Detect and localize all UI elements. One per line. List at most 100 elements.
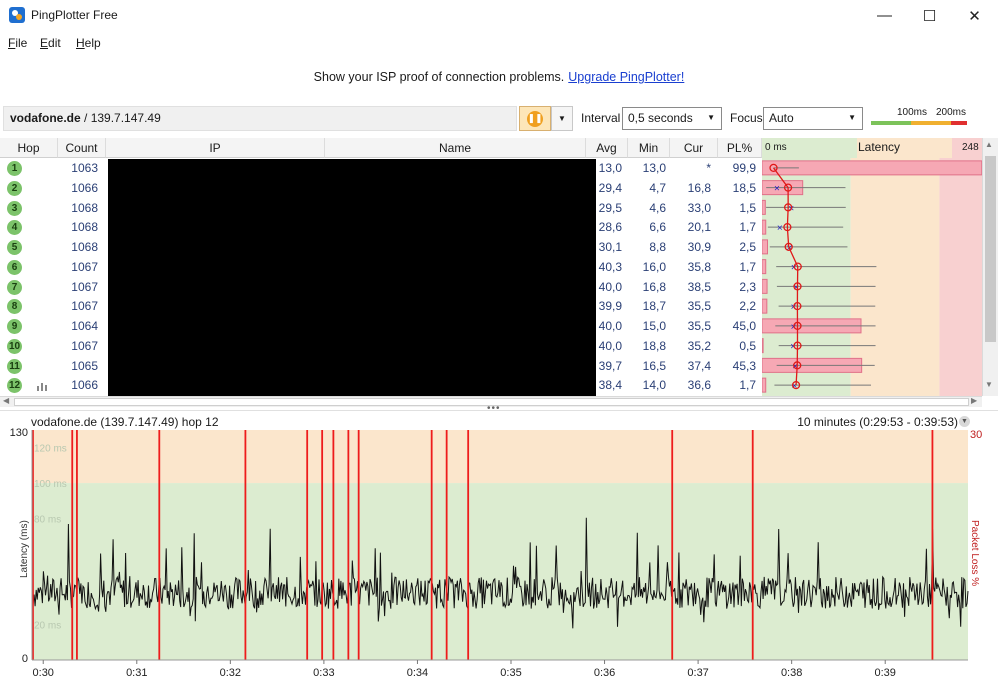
- promo-text: Show your ISP proof of connection proble…: [313, 70, 565, 84]
- vertical-scrollbar[interactable]: ▲ ▼: [982, 138, 998, 396]
- cell-cur: 35,2: [687, 338, 711, 353]
- cell-avg: 39,9: [598, 299, 622, 314]
- minimize-icon: —: [877, 7, 892, 24]
- target-ip: / 139.7.147.49: [80, 111, 161, 125]
- cell-avg: 29,4: [598, 180, 622, 195]
- hop-number-badge: 2: [7, 180, 22, 196]
- hop-number-badge: 8: [7, 299, 22, 315]
- cell-avg: 30,1: [598, 240, 622, 254]
- packet-loss-bar: [762, 278, 768, 294]
- x-tick-label: 0:33: [313, 667, 334, 679]
- pingplotter-logo-icon: [9, 7, 25, 23]
- band-label: 100 ms: [34, 479, 67, 490]
- latency-bars-plot: ×××××××××××: [762, 158, 982, 396]
- cell-cur: 16,8: [687, 180, 711, 195]
- x-tick-label: 0:31: [126, 667, 147, 679]
- chevron-down-icon: ▼: [707, 113, 715, 122]
- cell-pl: 99,9: [732, 161, 756, 175]
- header-avg[interactable]: Avg: [586, 138, 628, 158]
- latency-end-label: 248: [962, 142, 979, 153]
- upgrade-link[interactable]: Upgrade PingPlotter!: [568, 70, 684, 84]
- y-axis-title: Latency (ms): [19, 520, 30, 578]
- cell-count: 1066: [71, 378, 98, 393]
- x-tick-label: 0:35: [500, 667, 521, 679]
- latency-scale-legend: 100ms 200ms: [871, 107, 967, 129]
- header-pl[interactable]: PL%: [718, 138, 762, 158]
- cell-count: 1068: [71, 220, 98, 235]
- splitter-grip-icon[interactable]: •••: [487, 403, 501, 414]
- promo-banner: Show your ISP proof of connection proble…: [0, 70, 998, 84]
- cell-cur: 37,4: [687, 358, 711, 373]
- scroll-thumb[interactable]: [985, 156, 996, 342]
- cell-pl: 1,7: [739, 259, 756, 274]
- pause-dropdown-button[interactable]: ▼: [551, 106, 573, 131]
- packet-loss-bar: [762, 199, 766, 215]
- cell-count: 1065: [71, 358, 98, 373]
- target-host: vodafone.de: [10, 111, 81, 125]
- header-latency[interactable]: 0 ms Latency 248: [762, 138, 982, 158]
- pause-icon: ❚❚: [527, 110, 543, 127]
- packet-loss-bar: [762, 338, 764, 354]
- graph-time-range[interactable]: 10 minutes (0:29:53 - 0:39:53): [797, 415, 958, 429]
- cell-min: 14,0: [642, 378, 666, 393]
- packet-loss-bar: [762, 259, 767, 275]
- header-count[interactable]: Count: [58, 138, 106, 158]
- menu-file[interactable]: File: [8, 36, 27, 50]
- maximize-button[interactable]: ☐: [907, 0, 952, 31]
- pause-button[interactable]: ❚❚: [519, 106, 551, 131]
- x-tick-label: 0:39: [874, 667, 895, 679]
- cell-count: 1068: [71, 240, 98, 254]
- close-button[interactable]: ✕: [952, 0, 997, 31]
- cell-cur: 30,9: [687, 240, 711, 254]
- interval-select[interactable]: 0,5 seconds ▼: [622, 107, 722, 130]
- header-cur[interactable]: Cur: [670, 138, 718, 158]
- cell-avg: 40,0: [598, 338, 622, 353]
- high-latency-zone: [32, 430, 968, 484]
- header-hop[interactable]: Hop: [0, 138, 58, 158]
- hop-number-badge: 5: [7, 240, 22, 255]
- cell-pl: 1,7: [739, 378, 756, 393]
- latency-timeline-graph: 120 ms 100 ms 80 ms 20 ms 130 0 30 Latency (ms)…: [10, 428, 983, 679]
- latency-start-label: 0 ms: [765, 142, 787, 153]
- cell-cur: 33,0: [687, 200, 711, 215]
- cell-pl: 0,5: [739, 338, 756, 353]
- time-range-dropdown-icon[interactable]: ▼: [959, 416, 970, 427]
- hop-number-badge: 11: [7, 358, 22, 374]
- y-min-label: 0: [22, 653, 28, 665]
- target-field[interactable]: vodafone.de / 139.7.147.49: [3, 106, 517, 131]
- cell-avg: 28,6: [598, 220, 622, 235]
- scroll-down-icon[interactable]: ▼: [985, 380, 993, 389]
- band-label: 80 ms: [34, 514, 61, 525]
- cell-count: 1067: [71, 259, 98, 274]
- header-name[interactable]: Name: [325, 138, 586, 158]
- cell-min: 16,8: [642, 279, 666, 294]
- cell-count: 1064: [71, 319, 98, 333]
- cell-cur: *: [706, 161, 711, 175]
- latency-title: Latency: [858, 140, 901, 154]
- title-bar: PingPlotter Free — ☐ ✕: [0, 0, 998, 31]
- cell-count: 1068: [71, 200, 98, 215]
- scroll-right-icon[interactable]: ▶: [971, 396, 977, 405]
- minimize-button[interactable]: —: [862, 0, 907, 31]
- graph-icon[interactable]: [37, 381, 49, 392]
- cell-avg: 40,0: [598, 279, 622, 294]
- cell-cur: 36,6: [687, 378, 711, 393]
- cell-avg: 38,4: [598, 378, 622, 393]
- menu-help[interactable]: Help: [76, 36, 101, 50]
- cell-pl: 2,2: [739, 299, 756, 314]
- hop-number-badge: 12: [7, 378, 22, 394]
- header-ip[interactable]: IP: [106, 138, 325, 158]
- graph-title: vodafone.de (139.7.147.49) hop 12: [31, 415, 219, 429]
- maximize-icon: ☐: [922, 7, 937, 25]
- cell-min: 13,0: [642, 161, 666, 175]
- header-min[interactable]: Min: [628, 138, 670, 158]
- cell-pl: 1,5: [739, 200, 756, 215]
- cell-cur: 35,8: [687, 259, 711, 274]
- hop-number-badge: 6: [7, 259, 22, 275]
- scroll-left-icon[interactable]: ◀: [3, 396, 9, 405]
- menu-edit[interactable]: Edit: [40, 36, 61, 50]
- focus-select[interactable]: Auto ▼: [763, 107, 863, 130]
- cell-avg: 40,3: [598, 259, 622, 274]
- interval-label: Interval: [581, 111, 621, 125]
- scroll-up-icon[interactable]: ▲: [985, 140, 993, 149]
